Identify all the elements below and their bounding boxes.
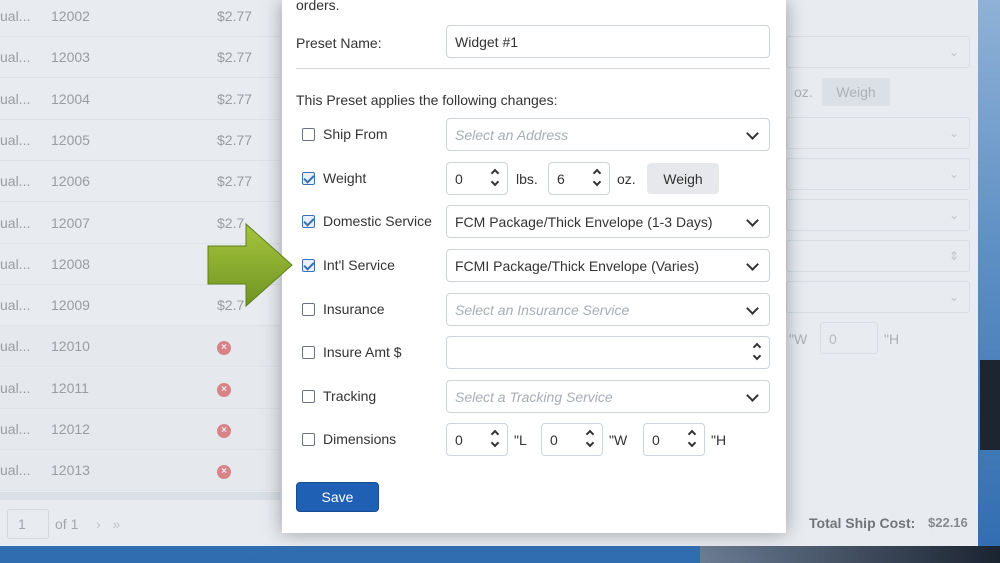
- intl-service-checkbox[interactable]: [302, 259, 315, 272]
- oz-unit: oz.: [617, 171, 636, 187]
- row-intl-service: Int'l Service FCMI Package/Thick Envelop…: [282, 249, 786, 282]
- intl-service-select[interactable]: FCMI Package/Thick Envelope (Varies): [446, 249, 770, 282]
- row-dimensions: Dimensions 0 "L 0 "W 0 "H: [282, 423, 786, 456]
- dimensions-label: Dimensions: [323, 431, 397, 447]
- height-input[interactable]: 0: [643, 423, 705, 456]
- intl-service-value: FCMI Package/Thick Envelope (Varies): [455, 258, 700, 274]
- domestic-service-checkbox[interactable]: [302, 215, 315, 228]
- domestic-service-select[interactable]: FCM Package/Thick Envelope (1-3 Days): [446, 205, 770, 238]
- oz-value: 6: [557, 171, 565, 187]
- width-input[interactable]: 0: [541, 423, 603, 456]
- annotation-arrow-icon: [207, 222, 293, 308]
- height-value: 0: [652, 432, 660, 448]
- stepper-icon[interactable]: [490, 428, 501, 452]
- chevron-down-icon: [746, 302, 759, 315]
- divider: [296, 68, 770, 69]
- insure-amount-checkbox[interactable]: [302, 346, 315, 359]
- ship-from-select[interactable]: Select an Address: [446, 118, 770, 151]
- height-unit: "H: [711, 432, 727, 448]
- stepper-icon[interactable]: [687, 428, 698, 452]
- chevron-down-icon: [746, 214, 759, 227]
- preset-modal: orders. Preset Name: This Preset applies…: [282, 0, 786, 533]
- length-value: 0: [455, 432, 463, 448]
- preset-name-label: Preset Name:: [296, 35, 382, 51]
- weight-label: Weight: [323, 170, 367, 186]
- row-weight: Weight 0 lbs. 6 oz. Weigh: [282, 162, 786, 195]
- tracking-select[interactable]: Select a Tracking Service: [446, 380, 770, 413]
- ship-from-checkbox[interactable]: [302, 128, 315, 141]
- insure-amount-input[interactable]: [446, 336, 770, 369]
- domestic-service-label: Domestic Service: [323, 213, 432, 229]
- tracking-placeholder: Select a Tracking Service: [455, 389, 613, 405]
- oz-input[interactable]: 6: [548, 162, 610, 195]
- desktop-wallpaper-detail: [980, 360, 1000, 450]
- weight-checkbox[interactable]: [302, 172, 315, 185]
- chevron-down-icon: [746, 389, 759, 402]
- lbs-value: 0: [455, 171, 463, 187]
- insurance-label: Insurance: [323, 301, 385, 317]
- dimensions-checkbox[interactable]: [302, 433, 315, 446]
- domestic-service-value: FCM Package/Thick Envelope (1-3 Days): [455, 214, 713, 230]
- intro-text: orders.: [296, 0, 340, 13]
- row-insure-amount: Insure Amt $: [282, 336, 786, 369]
- tracking-checkbox[interactable]: [302, 390, 315, 403]
- lbs-input[interactable]: 0: [446, 162, 508, 195]
- insurance-checkbox[interactable]: [302, 303, 315, 316]
- preset-name-input[interactable]: [446, 25, 770, 58]
- chevron-down-icon: [746, 258, 759, 271]
- stepper-icon[interactable]: [585, 428, 596, 452]
- width-value: 0: [550, 432, 558, 448]
- width-unit: "W: [609, 432, 628, 448]
- row-tracking: Tracking Select a Tracking Service: [282, 380, 786, 413]
- insurance-select[interactable]: Select an Insurance Service: [446, 293, 770, 326]
- ship-from-label: Ship From: [323, 126, 388, 142]
- chevron-down-icon: [746, 127, 759, 140]
- length-unit: "L: [514, 432, 527, 448]
- ship-from-placeholder: Select an Address: [455, 127, 569, 143]
- row-insurance: Insurance Select an Insurance Service: [282, 293, 786, 326]
- stepper-icon[interactable]: [592, 167, 603, 191]
- stepper-icon[interactable]: [752, 341, 763, 365]
- length-input[interactable]: 0: [446, 423, 508, 456]
- stepper-icon[interactable]: [490, 167, 501, 191]
- tracking-label: Tracking: [323, 388, 377, 404]
- lbs-unit: lbs.: [516, 171, 538, 187]
- weigh-button[interactable]: Weigh: [647, 163, 719, 194]
- insure-amount-label: Insure Amt $: [323, 344, 402, 360]
- section-heading: This Preset applies the following change…: [296, 92, 558, 108]
- desktop-wallpaper-detail-2: [700, 546, 1000, 563]
- insurance-placeholder: Select an Insurance Service: [455, 302, 630, 318]
- row-ship-from: Ship From Select an Address: [282, 118, 786, 151]
- intl-service-label: Int'l Service: [323, 257, 395, 273]
- save-button[interactable]: Save: [296, 482, 379, 512]
- row-domestic-service: Domestic Service FCM Package/Thick Envel…: [282, 205, 786, 238]
